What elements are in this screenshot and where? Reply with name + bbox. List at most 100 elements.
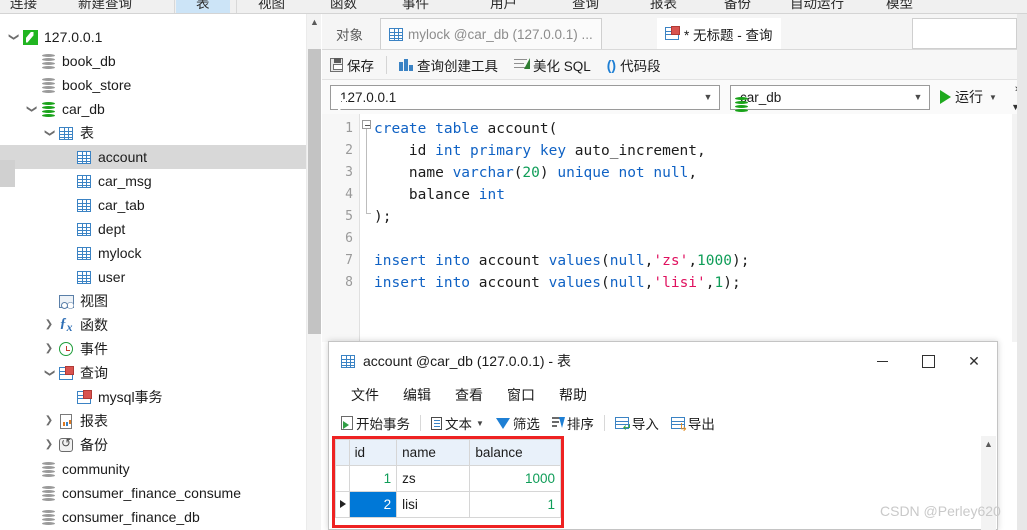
tree-item-book_store[interactable]: book_store [0, 73, 306, 97]
tab-untitled-query[interactable]: * 无标题 - 查询 [657, 18, 781, 49]
main-toolbar-item-6[interactable]: 用户 [490, 0, 517, 13]
chevron-right-icon[interactable] [42, 337, 56, 361]
main-toolbar-item-11[interactable]: 模型 [886, 0, 913, 13]
dialog-menu-item-4[interactable]: 帮助 [547, 385, 599, 405]
main-toolbar-item-0[interactable]: 连接 [10, 0, 37, 13]
row-selector-cell[interactable] [335, 465, 350, 492]
grid-column-header-balance[interactable]: balance [469, 439, 561, 466]
dialog-menu-item-2[interactable]: 查看 [443, 385, 495, 405]
scroll-up-icon[interactable]: ▲ [307, 14, 322, 30]
scroll-up-icon[interactable]: ▲ [981, 436, 996, 452]
tree-item-mysql事务[interactable]: mysql事务 [0, 385, 306, 409]
dialog-menu-item-0[interactable]: 文件 [339, 385, 391, 405]
database-tree-pane[interactable]: 127.0.0.1 book_db book_store car_db 表account… [0, 14, 306, 530]
beautify-sql-button[interactable]: 美化 SQL [506, 51, 599, 79]
chevron-down-icon[interactable]: ▼ [989, 93, 997, 102]
sql-code-editor[interactable]: 12345678 create table account( id int pr… [322, 114, 1027, 342]
database-select[interactable]: car_db ▼ [730, 84, 930, 112]
main-toolbar-item-1[interactable]: 新建查询 [78, 0, 132, 13]
dialog-toolbar-filter-button[interactable]: 筛选 [490, 413, 546, 433]
main-toolbar-item-3[interactable]: 视图 [258, 0, 285, 13]
tree-item-备份[interactable]: 备份 [0, 433, 306, 457]
snippet-button[interactable]: () 代码段 [599, 51, 669, 79]
code-line[interactable]: insert into account values(null,'lisi',1… [374, 272, 741, 294]
tree-scrollbar[interactable]: ▲ [306, 14, 321, 530]
grid-cell-name[interactable]: zs [396, 465, 471, 492]
chevron-right-icon[interactable] [42, 433, 56, 457]
scrollbar-thumb[interactable] [308, 49, 321, 334]
code-line[interactable]: balance int [374, 184, 505, 206]
chevron-down-icon[interactable]: ▼ [699, 92, 717, 102]
dialog-toolbar-import-button[interactable]: 导入 [609, 413, 665, 434]
tree-item-consumer_finance_consume[interactable]: consumer_finance_consume [0, 481, 306, 505]
code-fold-toggle[interactable] [362, 120, 371, 129]
grid-column-header-name[interactable]: name [396, 439, 471, 466]
tab-objects[interactable]: 对象 [328, 18, 371, 49]
tree-item-表[interactable]: 表 [0, 121, 306, 145]
minimize-button[interactable] [859, 342, 905, 380]
connection-select[interactable]: 127.0.0.1 ▼ [330, 84, 720, 110]
tree-item-community[interactable]: community [0, 457, 306, 481]
main-toolbar-item-9[interactable]: 备份 [724, 0, 751, 13]
chevron-right-icon[interactable] [42, 409, 56, 433]
run-button[interactable]: 运行 ▼ [940, 87, 997, 107]
query-builder-button[interactable]: 查询创建工具 [391, 51, 506, 79]
dialog-toolbar-export-button[interactable]: 导出 [665, 413, 721, 434]
grid-cell-name[interactable]: lisi [396, 491, 471, 518]
tab-mylock-table[interactable]: mylock @car_db (127.0.0.1) ... [380, 18, 602, 49]
code-line[interactable]: ); [374, 206, 391, 228]
dialog-toolbar-transaction-button[interactable]: 开始事务 [335, 413, 416, 433]
tab-empty-slot[interactable] [912, 18, 1017, 49]
tree-item-报表[interactable]: 报表 [0, 409, 306, 433]
code-line[interactable]: insert into account values(null,'zs',100… [374, 250, 749, 272]
tree-item-事件[interactable]: 事件 [0, 337, 306, 361]
dialog-title-bar[interactable]: account @car_db (127.0.0.1) - 表 ✕ [329, 342, 997, 380]
code-line[interactable]: create table account( [374, 118, 557, 140]
grid-column-header-id[interactable]: id [348, 439, 398, 466]
grid-cell-balance[interactable]: 1000 [469, 465, 561, 492]
tree-item-car_msg[interactable]: car_msg [0, 169, 306, 193]
pane-splitter-handle[interactable] [0, 160, 15, 187]
chevron-down-icon[interactable] [24, 97, 38, 121]
dialog-toolbar-sort-button[interactable]: 排序 [546, 413, 600, 433]
table-row[interactable]: 1 zs 1000 [335, 465, 561, 492]
table-row[interactable]: 2 lisi 1 [335, 491, 561, 518]
chevron-down-icon[interactable]: ▼ [909, 92, 927, 102]
chevron-down-icon[interactable] [42, 361, 56, 385]
dialog-menu-item-1[interactable]: 编辑 [391, 385, 443, 405]
tree-item-car_tab[interactable]: car_tab [0, 193, 306, 217]
main-toolbar-item-5[interactable]: 事件 [402, 0, 429, 13]
tree-item-dept[interactable]: dept [0, 217, 306, 241]
dialog-toolbar-text-button[interactable]: 文本 ▼ [425, 413, 490, 433]
chevron-down-icon[interactable]: ▼ [476, 419, 484, 428]
dialog-menu-item-3[interactable]: 窗口 [495, 385, 547, 405]
code-line[interactable]: id int primary key auto_increment, [374, 140, 706, 162]
tree-item-视图[interactable]: 视图 [0, 289, 306, 313]
tree-item-account[interactable]: account [0, 145, 306, 169]
main-toolbar-item-10[interactable]: 自动运行 [790, 0, 844, 13]
close-button[interactable]: ✕ [951, 342, 997, 380]
row-selector-cell[interactable] [335, 491, 350, 518]
chevron-down-icon[interactable] [42, 121, 56, 145]
main-toolbar-item-8[interactable]: 报表 [650, 0, 677, 13]
main-toolbar-item-2[interactable]: 表 [176, 0, 230, 13]
main-toolbar-item-7[interactable]: 查询 [572, 0, 599, 13]
tree-item-user[interactable]: user [0, 265, 306, 289]
grid-cell-id[interactable]: 1 [348, 465, 398, 492]
data-grid[interactable]: id name balance 1 zs 1000 2 lisi 1 [335, 439, 561, 518]
tree-item-127.0.0.1[interactable]: 127.0.0.1 [0, 25, 306, 49]
save-button[interactable]: 保存 [322, 51, 382, 79]
tree-item-book_db[interactable]: book_db [0, 49, 306, 73]
code-line[interactable]: name varchar(20) unique not null, [374, 162, 697, 184]
grid-cell-balance[interactable]: 1 [469, 491, 561, 518]
tree-item-car_db[interactable]: car_db [0, 97, 306, 121]
tree-item-查询[interactable]: 查询 [0, 361, 306, 385]
maximize-button[interactable] [905, 342, 951, 380]
tree-item-consumer_finance_db[interactable]: consumer_finance_db [0, 505, 306, 529]
grid-cell-id[interactable]: 2 [348, 491, 398, 518]
tree-item-mylock[interactable]: mylock [0, 241, 306, 265]
chevron-down-icon[interactable] [6, 25, 20, 49]
tree-item-函数[interactable]: ƒx 函数 [0, 313, 306, 337]
chevron-right-icon[interactable] [42, 313, 56, 337]
main-toolbar-item-4[interactable]: 函数 [330, 0, 357, 13]
